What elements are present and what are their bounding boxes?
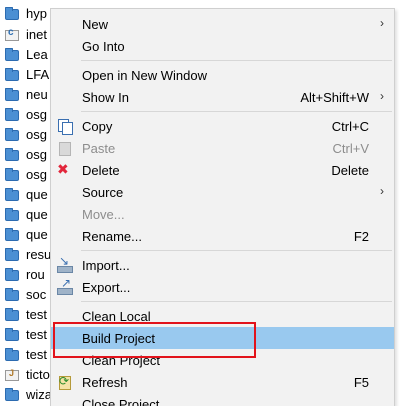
tree-item-label: soc <box>26 287 47 302</box>
folder-icon <box>5 208 19 221</box>
tree-item-label: ticto <box>26 367 50 382</box>
tree-item-label: osg <box>26 127 47 142</box>
refresh-icon <box>56 374 72 390</box>
menu-item-export[interactable]: Export... <box>51 276 394 298</box>
folder-icon <box>5 48 19 61</box>
c-project-icon <box>5 27 19 41</box>
tree-item-label: osg <box>26 167 47 182</box>
menu-item-label: Move... <box>82 207 125 222</box>
folder-icon <box>5 308 19 321</box>
menu-item-copy[interactable]: Copy Ctrl+C <box>51 115 394 137</box>
folder-icon <box>5 108 19 121</box>
menu-item-source[interactable]: Source › <box>51 181 394 203</box>
tree-item-label: Lea <box>26 47 48 62</box>
menu-item-label: New <box>82 17 109 32</box>
tree-item-label: que <box>26 207 48 222</box>
import-icon <box>56 254 73 273</box>
menu-item-label: Go Into <box>82 39 125 54</box>
folder-icon <box>5 148 19 161</box>
folder-icon <box>5 348 19 361</box>
menu-separator <box>81 111 392 112</box>
annotation-highlight-box <box>53 322 256 358</box>
shortcut-label: Ctrl+V <box>332 141 369 156</box>
menu-item-go-into[interactable]: Go Into <box>51 35 394 57</box>
folder-icon <box>5 248 19 261</box>
folder-icon <box>5 128 19 141</box>
tree-item-label: hyp <box>26 6 47 21</box>
menu-item-label: Paste <box>82 141 116 156</box>
menu-item-label: Export... <box>82 280 131 295</box>
folder-icon <box>5 388 19 401</box>
menu-item-label: Refresh <box>82 375 128 390</box>
menu-item-label: Source <box>82 185 124 200</box>
menu-separator <box>81 301 392 302</box>
menu-item-import[interactable]: Import... <box>51 254 394 276</box>
menu-item-label: Copy <box>82 119 113 134</box>
java-project-icon <box>5 368 19 381</box>
tree-item-label: inet <box>26 27 47 42</box>
menu-item-label: Open in New Window <box>82 68 207 83</box>
tree-item-label: test <box>26 307 47 322</box>
tree-item-label: LFA <box>26 67 50 82</box>
folder-icon <box>5 7 19 20</box>
menu-item-label: Show In <box>82 90 129 105</box>
menu-item-paste[interactable]: Paste Ctrl+V <box>51 137 394 159</box>
menu-item-label: Close Project <box>82 397 160 406</box>
menu-item-label: Rename... <box>82 229 142 244</box>
delete-icon <box>56 161 72 178</box>
menu-item-close-project[interactable]: Close Project <box>51 393 394 406</box>
shortcut-label: F5 <box>353 375 369 390</box>
shortcut-label: Alt+Shift+W <box>300 90 369 105</box>
menu-separator <box>81 60 392 61</box>
tree-item-label: resu <box>26 247 52 262</box>
menu-item-new[interactable]: New › <box>51 13 394 35</box>
submenu-arrow-icon: › <box>380 184 384 198</box>
folder-icon <box>5 88 19 101</box>
tree-item-label: test <box>26 347 47 362</box>
folder-icon <box>5 288 19 301</box>
menu-item-rename[interactable]: Rename... F2 <box>51 225 394 247</box>
tree-item-label: wiza <box>26 387 53 402</box>
tree-item-label: test <box>26 327 47 342</box>
folder-icon <box>5 188 19 201</box>
shortcut-label: Ctrl+C <box>331 119 369 134</box>
shortcut-label: F2 <box>353 229 369 244</box>
shortcut-label: Delete <box>331 163 369 178</box>
folder-icon <box>5 228 19 241</box>
menu-item-delete[interactable]: Delete Delete <box>51 159 394 181</box>
folder-icon <box>5 268 19 281</box>
menu-item-refresh[interactable]: Refresh F5 <box>51 371 394 393</box>
submenu-arrow-icon: › <box>380 89 384 103</box>
submenu-arrow-icon: › <box>380 16 384 30</box>
menu-item-label: Import... <box>82 258 130 273</box>
copy-icon <box>56 118 73 135</box>
export-icon <box>56 276 73 295</box>
tree-item-label: que <box>26 187 48 202</box>
menu-item-show-in[interactable]: Show In Alt+Shift+W › <box>51 86 394 108</box>
menu-separator <box>81 250 392 251</box>
menu-item-move[interactable]: Move... <box>51 203 394 225</box>
tree-item-label: osg <box>26 107 47 122</box>
folder-icon <box>5 168 19 181</box>
folder-icon <box>5 68 19 81</box>
menu-item-label: Delete <box>82 163 120 178</box>
paste-icon <box>56 140 72 156</box>
menu-item-open-in-new-window[interactable]: Open in New Window <box>51 64 394 86</box>
tree-item-label: que <box>26 227 48 242</box>
folder-icon <box>5 328 19 341</box>
tree-item-label: rou <box>26 267 45 282</box>
tree-item-label: osg <box>26 147 47 162</box>
tree-item-label: neu <box>26 87 48 102</box>
